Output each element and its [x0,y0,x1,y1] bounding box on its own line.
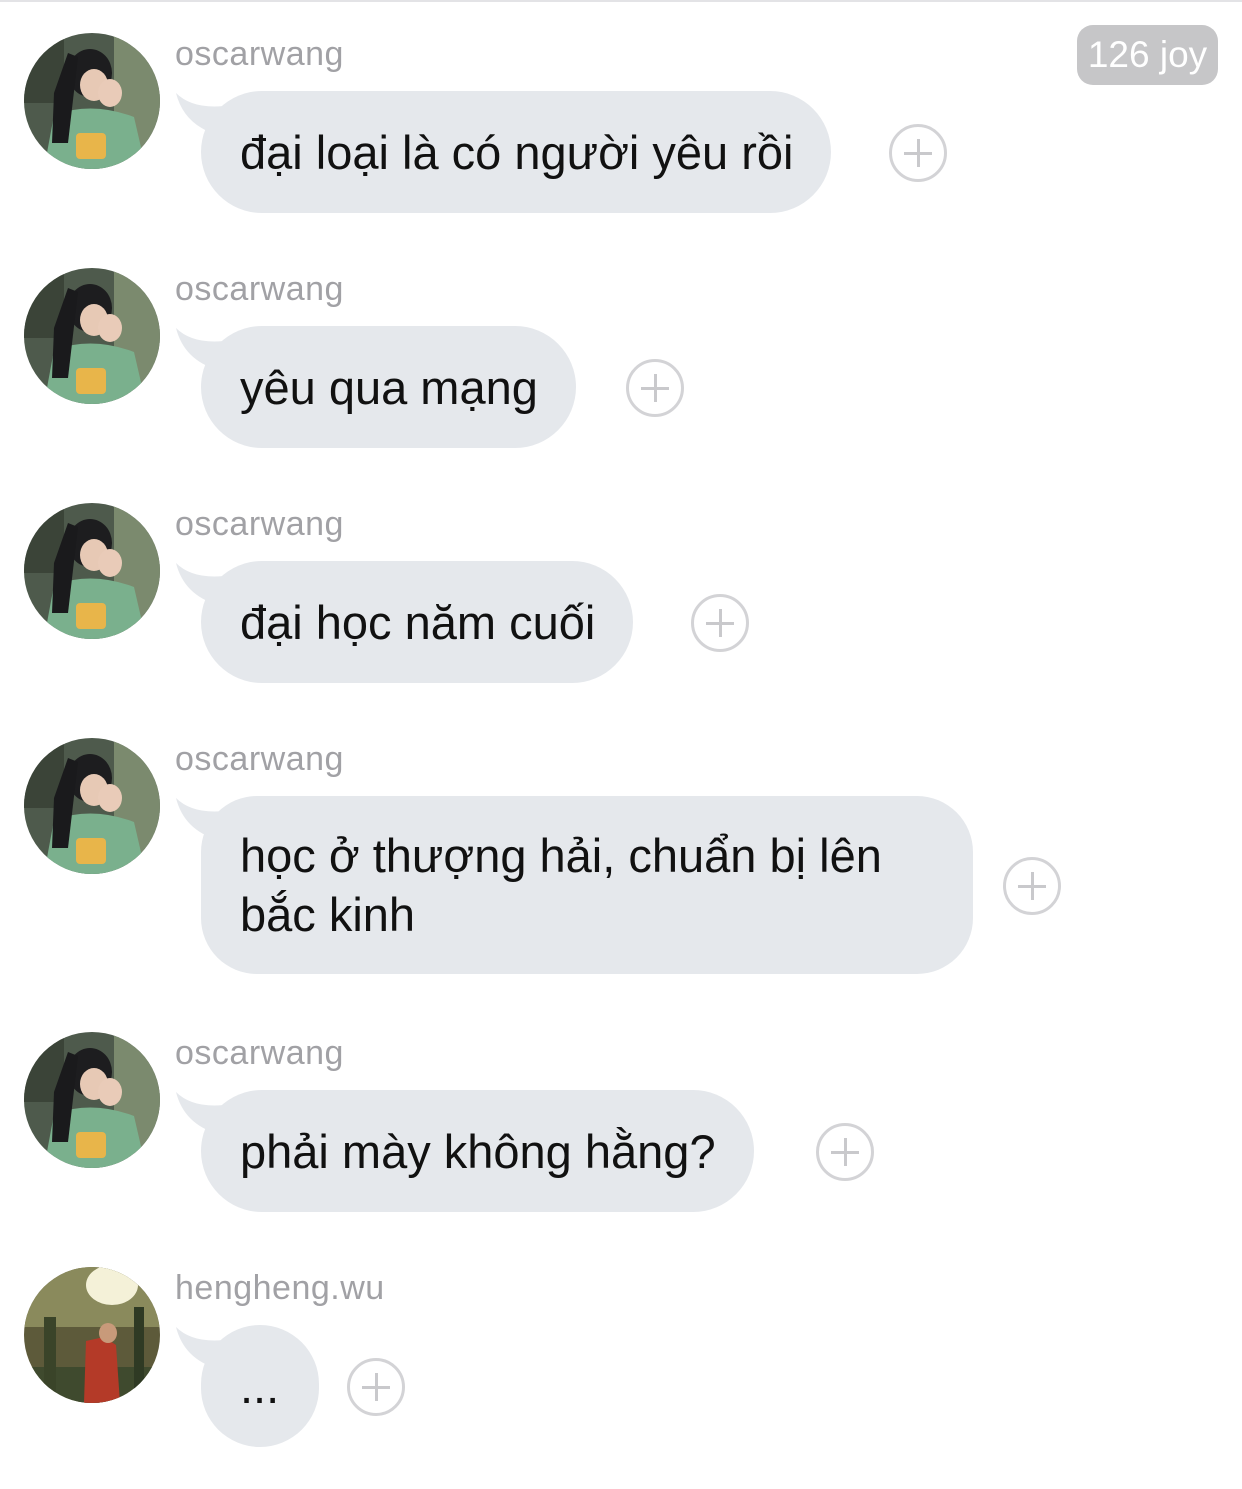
add-reaction-button[interactable] [1003,857,1061,915]
add-reaction-button[interactable] [889,124,947,182]
avatar[interactable] [24,268,160,404]
message-bubble[interactable]: ... [201,1325,320,1447]
message-row: oscarwang đại học năm cuối [0,503,1242,693]
add-reaction-button[interactable] [816,1123,874,1181]
avatar-oscarwang-image [24,268,160,404]
top-divider [0,0,1242,2]
add-reaction-button[interactable] [691,594,749,652]
message-row: oscarwang yêu qua mạng [0,268,1242,458]
avatar[interactable] [24,1267,160,1403]
message-bubble-wrap: học ở thượng hải, chuẩn bị lên bắc kinh [174,796,973,974]
add-reaction-button[interactable] [626,359,684,417]
avatar[interactable] [24,33,160,169]
message-row: oscarwang phải mày không hằng? [0,1032,1242,1222]
message-bubble-wrap: đại loại là có người yêu rồi [174,91,832,213]
message-bubble[interactable]: đại loại là có người yêu rồi [201,91,832,213]
avatar-oscarwang-image [24,1032,160,1168]
sender-name: oscarwang [175,505,344,543]
avatar-hengheng-image [24,1267,160,1403]
sender-name: oscarwang [175,35,344,73]
message-bubble-wrap: yêu qua mạng [174,326,576,448]
sender-name: hengheng.wu [175,1269,385,1307]
message-bubble-wrap: đại học năm cuối [174,561,634,683]
sender-name: oscarwang [175,270,344,308]
message-bubble[interactable]: yêu qua mạng [201,326,576,448]
avatar-oscarwang-image [24,503,160,639]
add-reaction-button[interactable] [347,1358,405,1416]
avatar[interactable] [24,503,160,639]
message-row: oscarwang học ở thượng hải, chuẩn bị lên… [0,738,1242,988]
message-row: hengheng.wu ... [0,1267,1242,1457]
message-bubble-wrap: phải mày không hằng? [174,1090,754,1212]
message-bubble[interactable]: phải mày không hằng? [201,1090,754,1212]
message-bubble[interactable]: đại học năm cuối [201,561,634,683]
message-row: oscarwang đại loại là có người yêu rồi [0,33,1242,223]
sender-name: oscarwang [175,1034,344,1072]
sender-name: oscarwang [175,740,344,778]
avatar[interactable] [24,1032,160,1168]
message-bubble[interactable]: học ở thượng hải, chuẩn bị lên bắc kinh [201,796,973,974]
message-bubble-wrap: ... [174,1325,320,1447]
avatar-oscarwang-image [24,738,160,874]
avatar-oscarwang-image [24,33,160,169]
avatar[interactable] [24,738,160,874]
